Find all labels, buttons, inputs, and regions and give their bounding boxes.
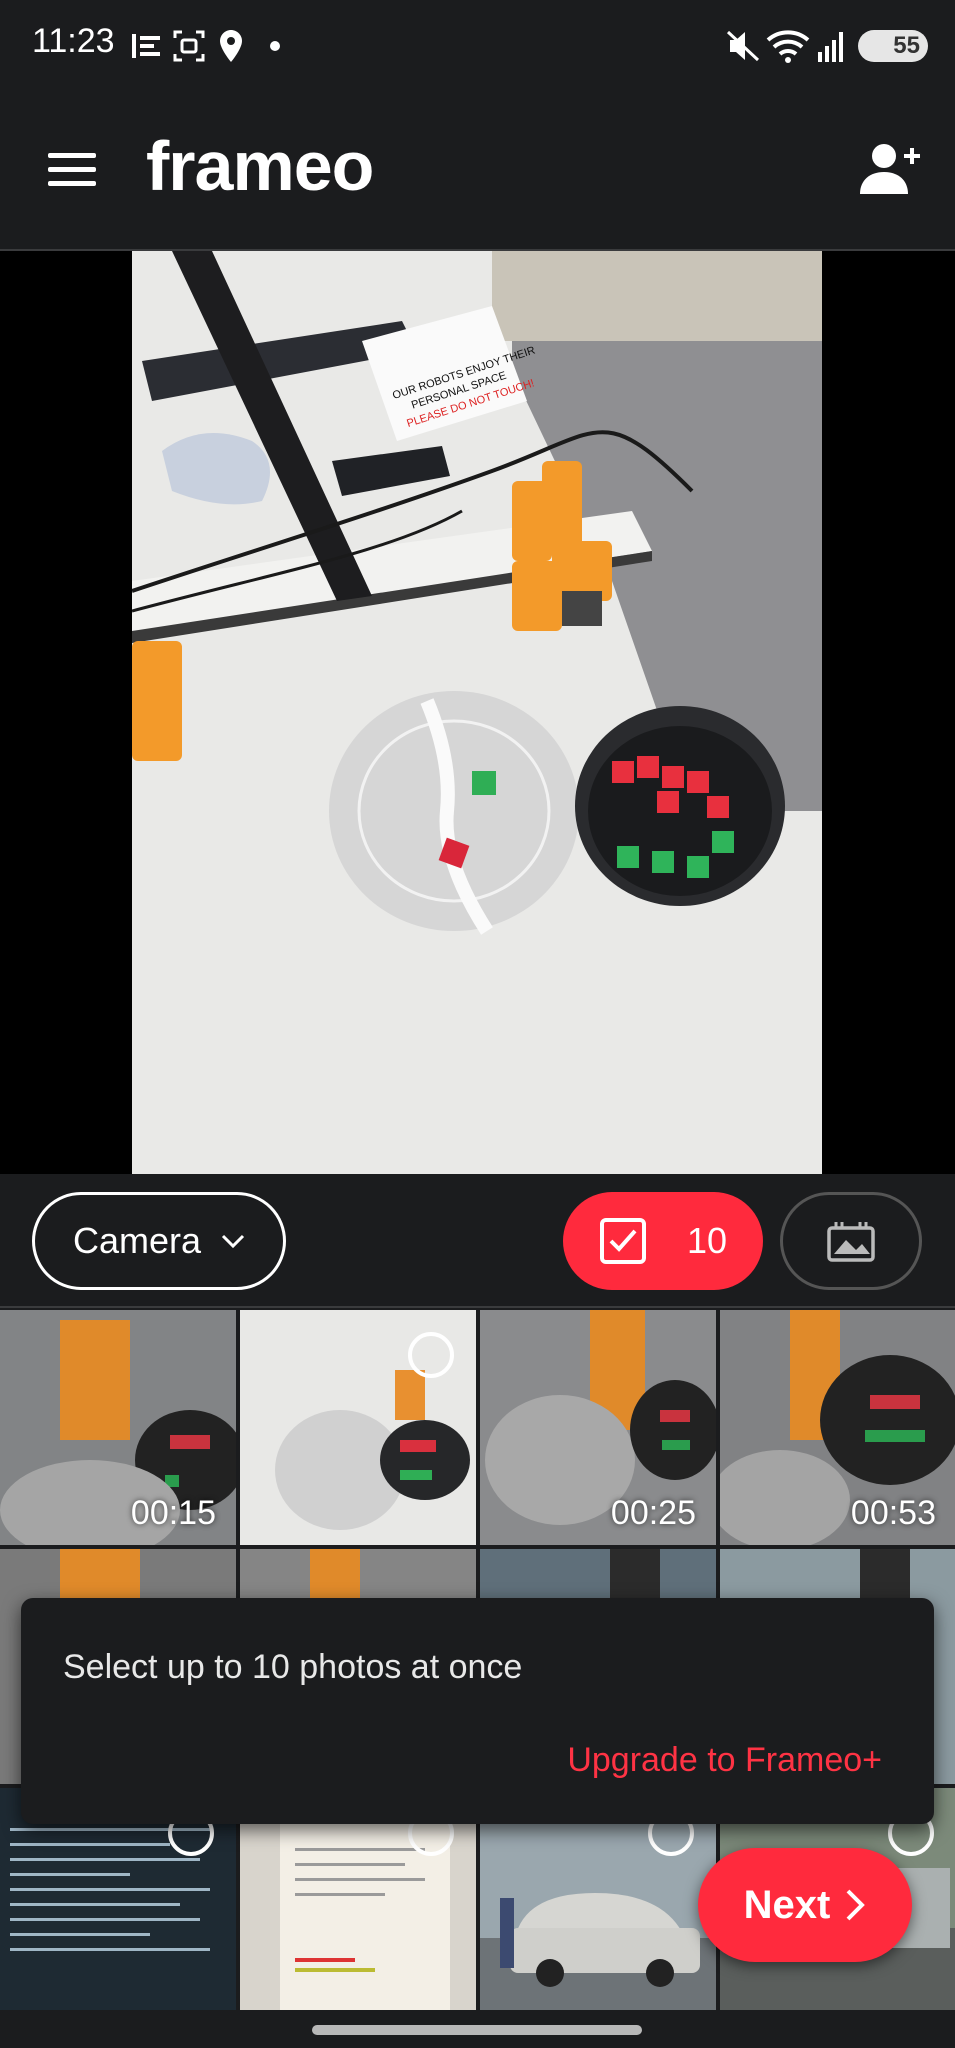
home-gesture-handle[interactable] (312, 2025, 642, 2035)
signal-icon (818, 32, 843, 62)
selected-count-button[interactable]: 10 (563, 1192, 763, 1290)
location-icon (220, 30, 242, 62)
next-label: Next (743, 1882, 831, 1927)
status-bar: 11:23 55 (0, 0, 955, 92)
app-bar: frameo (0, 92, 955, 251)
video-duration: 00:15 (130, 1494, 216, 1532)
grid-item[interactable]: 00:25 (480, 1310, 716, 1545)
checkbox-icon (599, 1218, 646, 1264)
next-button[interactable]: Next (698, 1848, 912, 1962)
screenshot-icon (173, 30, 205, 62)
grid-item[interactable]: 00:15 (0, 1310, 236, 1545)
hamburger-menu-icon[interactable] (48, 149, 98, 189)
grid-item[interactable] (240, 1310, 476, 1545)
upgrade-link[interactable]: Upgrade to Frameo+ (567, 1741, 882, 1780)
video-duration: 00:53 (850, 1494, 936, 1532)
app-logo: frameo (146, 127, 374, 205)
album-label: Camera (72, 1220, 202, 1261)
grid-item[interactable]: 00:53 (720, 1310, 955, 1545)
chevron-right-icon (846, 1889, 866, 1921)
snackbar-message: Select up to 10 photos at once (63, 1648, 523, 1686)
status-time: 11:23 (32, 22, 115, 60)
battery-level: 55 (893, 32, 920, 59)
battery-icon: 55 (858, 30, 928, 62)
chevron-down-icon (221, 1234, 245, 1249)
select-circle[interactable] (408, 1332, 454, 1378)
album-dropdown[interactable]: Camera (32, 1192, 286, 1290)
preview-image: OUR ROBOTS ENJOY THEIR PERSONAL SPACE PL… (132, 251, 822, 1174)
system-nav-bar (0, 2010, 955, 2048)
photo-preview: OUR ROBOTS ENJOY THEIR PERSONAL SPACE PL… (0, 251, 955, 1174)
picture-frame-icon (827, 1222, 875, 1262)
mute-icon (726, 30, 760, 62)
add-person-icon[interactable] (858, 142, 922, 196)
upgrade-snackbar: Select up to 10 photos at once Upgrade t… (21, 1598, 934, 1824)
selected-count: 10 (686, 1220, 728, 1261)
notification-list-icon (132, 34, 160, 58)
picker-toolbar: Camera 10 (0, 1174, 955, 1308)
dot-icon (270, 41, 280, 51)
video-duration: 00:25 (610, 1494, 696, 1532)
wifi-icon (766, 30, 810, 63)
frame-gallery-button[interactable] (780, 1192, 922, 1290)
